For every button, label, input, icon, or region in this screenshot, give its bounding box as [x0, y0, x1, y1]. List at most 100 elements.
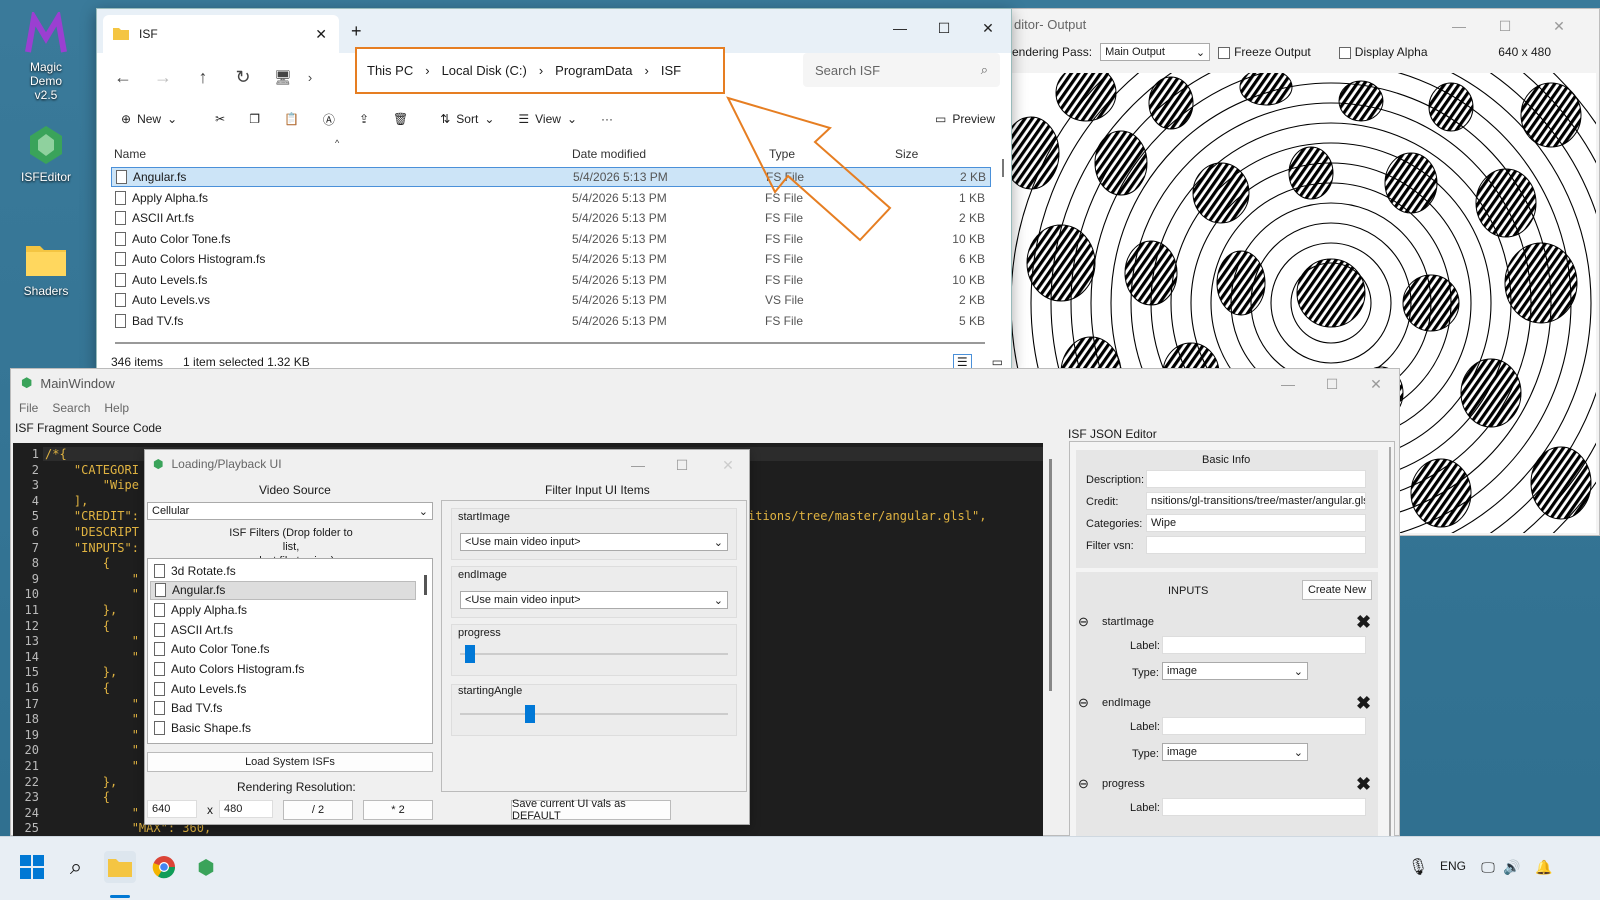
- delete-input-icon[interactable]: ✖: [1356, 774, 1371, 795]
- refresh-button[interactable]: ↻: [223, 57, 263, 97]
- breadcrumb-programdata[interactable]: ProgramData: [555, 63, 632, 78]
- input-type-select[interactable]: image ⌄: [1162, 743, 1308, 761]
- collapse-icon[interactable]: ⊖: [1078, 695, 1089, 711]
- forward-button[interactable]: →: [143, 57, 183, 97]
- new-button[interactable]: ⊕ New ⌄: [111, 105, 187, 133]
- filter-list-item[interactable]: Angular.fs: [150, 580, 416, 600]
- column-header-date[interactable]: Date modified: [572, 147, 646, 161]
- search-input[interactable]: Search ISF ⌕: [803, 53, 1000, 87]
- credit-field[interactable]: nsitions/gl-transitions/tree/master/angu…: [1146, 492, 1366, 510]
- create-new-button[interactable]: Create New: [1302, 580, 1372, 600]
- end-image-select[interactable]: <Use main video input> ⌄: [460, 591, 728, 609]
- close-button[interactable]: ✕: [1353, 369, 1399, 399]
- search-icon[interactable]: ⌕: [60, 851, 92, 883]
- tiles-view-icon[interactable]: ▭: [992, 355, 1003, 369]
- start-image-select[interactable]: <Use main video input> ⌄: [460, 533, 728, 551]
- video-source-select[interactable]: Cellular ⌄: [147, 502, 433, 520]
- breadcrumb[interactable]: This PC › Local Disk (C:) › ProgramData › I…: [355, 47, 725, 94]
- code-scrollbar[interactable]: [1049, 459, 1052, 691]
- delete-button[interactable]: 🗑: [383, 105, 418, 133]
- minimize-button[interactable]: —: [1436, 11, 1482, 41]
- collapse-icon[interactable]: ⊖: [1078, 776, 1089, 792]
- volume-icon[interactable]: 🔊: [1496, 851, 1528, 883]
- angle-slider-handle[interactable]: [524, 705, 535, 723]
- horizontal-scrollbar[interactable]: [115, 342, 985, 344]
- filter-list-item[interactable]: Auto Color Tone.fs: [150, 640, 416, 659]
- close-tab-icon[interactable]: ✕: [315, 26, 327, 43]
- file-row[interactable]: Bad TV.fs 5/4/2026 5:13 PM FS File 5 KB: [111, 311, 991, 331]
- display-alpha-checkbox[interactable]: Display Alpha: [1338, 45, 1428, 59]
- height-spinbox[interactable]: 480: [219, 800, 273, 818]
- back-button[interactable]: ←: [103, 57, 143, 97]
- paste-button[interactable]: 📋: [274, 105, 309, 133]
- desktop-icon-isfeditor[interactable]: ISFEditor: [16, 122, 76, 184]
- input-label-field[interactable]: [1162, 636, 1366, 654]
- filter-list-item[interactable]: Apply Alpha.fs: [150, 600, 416, 619]
- input-label-field[interactable]: [1162, 798, 1366, 816]
- notification-bell-icon[interactable]: 🔔: [1528, 851, 1560, 883]
- this-pc-icon[interactable]: 🖥: [263, 57, 303, 97]
- breadcrumb-isf[interactable]: ISF: [661, 63, 681, 78]
- filter-list-item[interactable]: Auto Levels.fs: [150, 679, 416, 698]
- delete-input-icon[interactable]: ✖: [1356, 693, 1371, 714]
- microphone-icon[interactable]: 🎙: [1402, 851, 1434, 883]
- desktop-icon-shaders[interactable]: Shaders: [16, 236, 76, 298]
- minimize-button[interactable]: —: [877, 13, 923, 43]
- filter-list-item[interactable]: ASCII Art.fs: [150, 620, 416, 639]
- tab-isf[interactable]: ISF ✕: [103, 15, 339, 53]
- file-explorer-taskbar-icon[interactable]: [104, 851, 136, 883]
- json-scrollbar[interactable]: [1389, 447, 1391, 837]
- cut-button[interactable]: ✂: [205, 105, 235, 133]
- load-system-isfs-button[interactable]: Load System ISFs: [147, 752, 433, 772]
- maximize-button[interactable]: ☐: [1482, 11, 1528, 41]
- delete-input-icon[interactable]: ✖: [1356, 612, 1371, 633]
- close-button[interactable]: ✕: [705, 450, 751, 480]
- progress-slider-track[interactable]: [460, 653, 728, 655]
- menu-search[interactable]: Search: [52, 401, 90, 415]
- filter-vsn-field[interactable]: [1146, 536, 1366, 554]
- start-button[interactable]: [16, 851, 48, 883]
- rename-button[interactable]: Ⓐ: [313, 105, 345, 133]
- double-resolution-button[interactable]: * 2: [363, 800, 433, 820]
- maximize-button[interactable]: ☐: [921, 13, 967, 43]
- breadcrumb-local-disk[interactable]: Local Disk (C:): [442, 63, 527, 78]
- maximize-button[interactable]: ☐: [659, 450, 705, 480]
- share-button[interactable]: ⇪: [349, 105, 379, 133]
- collapse-icon[interactable]: ⊖: [1078, 614, 1089, 630]
- copy-button[interactable]: ❐: [239, 105, 270, 133]
- minimize-button[interactable]: —: [1265, 369, 1311, 399]
- filter-list-scrollbar[interactable]: [424, 575, 427, 595]
- input-type-select[interactable]: image ⌄: [1162, 662, 1308, 680]
- file-row[interactable]: Auto Levels.vs 5/4/2026 5:13 PM VS File 2 K…: [111, 290, 991, 310]
- more-button[interactable]: ···: [591, 105, 623, 133]
- input-label-field[interactable]: [1162, 717, 1366, 735]
- close-button[interactable]: ✕: [1536, 11, 1582, 41]
- chrome-icon[interactable]: [148, 851, 180, 883]
- description-field[interactable]: [1146, 470, 1366, 488]
- sort-button[interactable]: ⇅ Sort ⌄: [430, 105, 504, 133]
- categories-field[interactable]: Wipe: [1146, 514, 1366, 532]
- menu-file[interactable]: File: [19, 401, 38, 415]
- width-spinbox[interactable]: 640: [147, 800, 197, 818]
- angle-slider-track[interactable]: [460, 713, 728, 715]
- view-button[interactable]: ☰ View ⌄: [508, 105, 587, 133]
- filter-list-item[interactable]: Bad TV.fs: [150, 699, 416, 718]
- breadcrumb-this-pc[interactable]: This PC: [367, 63, 413, 78]
- isf-editor-taskbar-icon[interactable]: ⬢: [190, 851, 222, 883]
- menu-help[interactable]: Help: [104, 401, 129, 415]
- maximize-button[interactable]: ☐: [1309, 369, 1355, 399]
- file-row[interactable]: Auto Colors Histogram.fs 5/4/2026 5:13 PM…: [111, 249, 991, 269]
- filter-list-item[interactable]: Auto Colors Histogram.fs: [150, 660, 416, 679]
- filter-list-item[interactable]: 3d Rotate.fs: [150, 561, 416, 580]
- save-default-button[interactable]: Save current UI vals as DEFAULT: [511, 798, 671, 822]
- close-button[interactable]: ✕: [965, 13, 1011, 43]
- new-tab-button[interactable]: +: [351, 21, 362, 42]
- minimize-button[interactable]: —: [615, 450, 661, 480]
- rendering-pass-select[interactable]: Main Output ⌄: [1100, 43, 1211, 61]
- filter-list-item[interactable]: Basic Shape.fs: [150, 719, 416, 738]
- column-header-name[interactable]: Name: [114, 147, 146, 161]
- freeze-output-checkbox[interactable]: Freeze Output: [1218, 45, 1311, 59]
- language-indicator[interactable]: ENG: [1440, 859, 1466, 873]
- up-button[interactable]: ↑: [183, 57, 223, 97]
- file-row[interactable]: Auto Levels.fs 5/4/2026 5:13 PM FS File 10 …: [111, 270, 991, 290]
